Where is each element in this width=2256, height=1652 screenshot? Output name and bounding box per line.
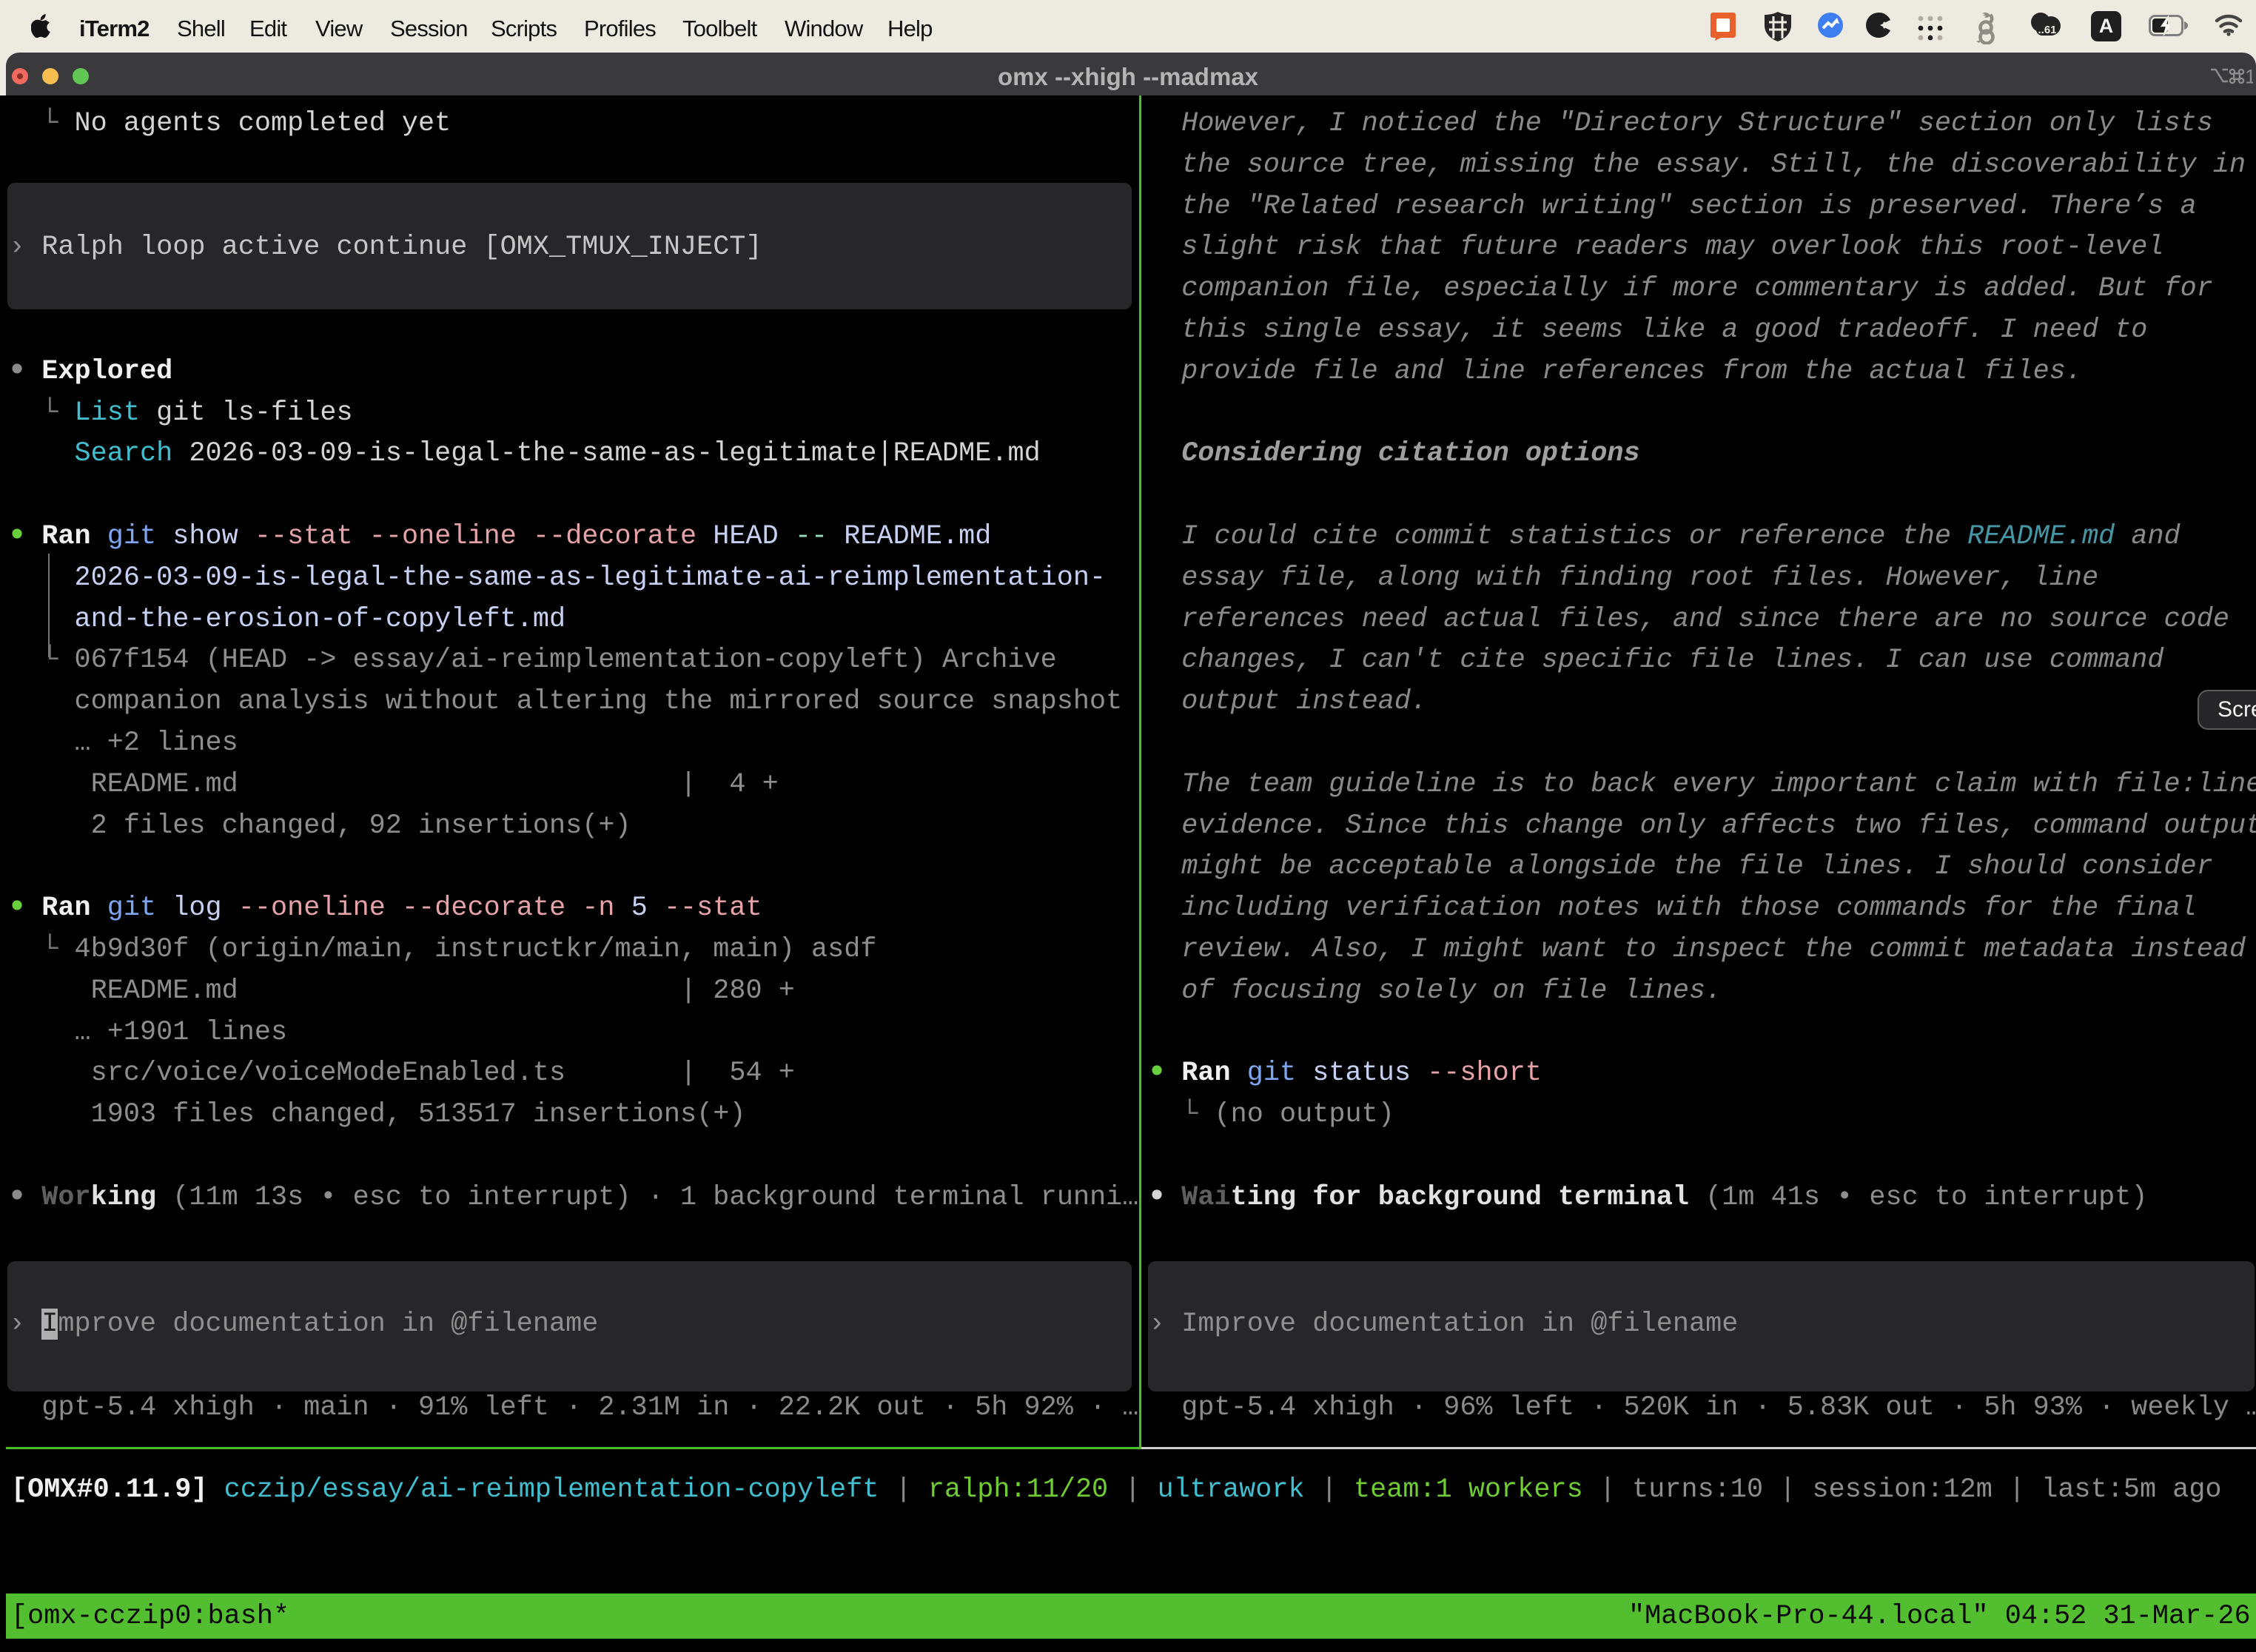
- svg-text:1: 1: [2245, 66, 2253, 88]
- svg-text:..61: ..61: [2038, 24, 2056, 36]
